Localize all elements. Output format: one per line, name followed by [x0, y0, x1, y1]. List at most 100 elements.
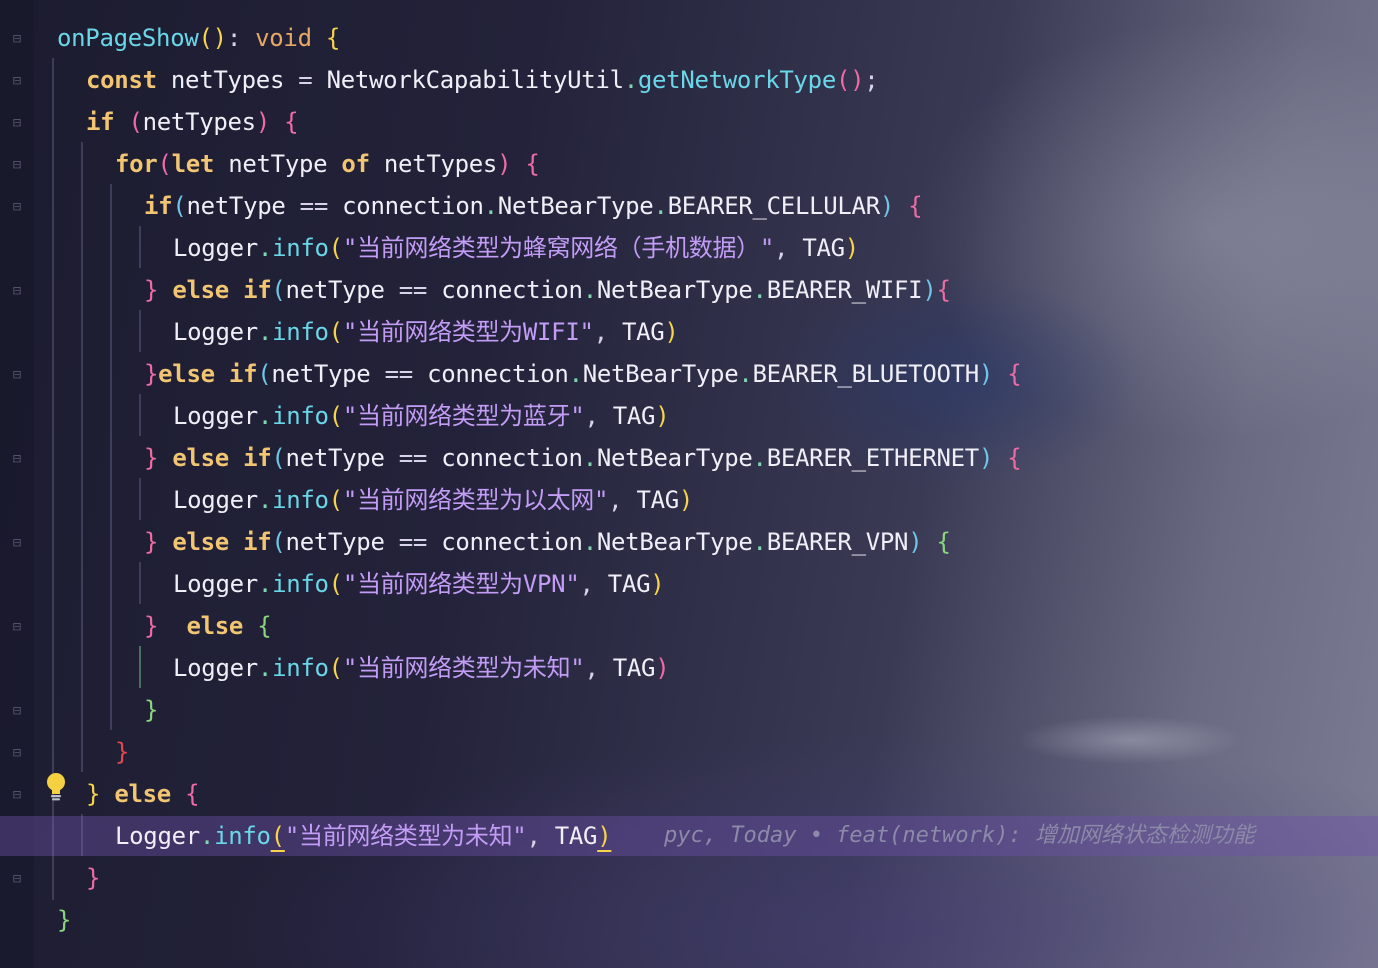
fold-marker-icon[interactable]: ⊟ [9, 30, 25, 48]
bracket: ) [978, 360, 994, 388]
operator: == [384, 360, 414, 388]
comma: , [774, 234, 789, 262]
code-line[interactable]: Logger.info("当前网络类型为WIFI", TAG) [173, 311, 679, 353]
method-name: info [272, 318, 329, 346]
code-line[interactable]: onPageShow(): void { [57, 17, 340, 59]
code-line[interactable]: } else if(netType == connection.NetBearT… [144, 521, 951, 563]
code-line[interactable]: for(let netType of netTypes) { [115, 143, 540, 185]
identifier: netType [186, 192, 286, 220]
git-blame-annotation[interactable]: pyc, Today • feat(network): 增加网络状态检测功能 [664, 816, 1255, 856]
bracket: ) [650, 570, 665, 598]
code-line[interactable]: Logger.info("当前网络类型为蓝牙", TAG) [173, 395, 670, 437]
operator: == [398, 276, 428, 304]
method-name: info [214, 822, 271, 850]
fold-marker-icon[interactable]: ⊟ [9, 870, 25, 888]
keyword: else [172, 444, 229, 472]
code-line[interactable]: } else if(netType == connection.NetBearT… [144, 437, 1022, 479]
dot: . [257, 234, 273, 262]
indent-guide [139, 562, 141, 604]
identifier: connection [427, 360, 569, 388]
fold-marker-icon[interactable]: ⊟ [9, 618, 25, 636]
identifier: Logger [173, 234, 258, 262]
identifier: Logger [115, 822, 200, 850]
dot: . [752, 444, 767, 472]
comma: , [608, 486, 623, 514]
string-literal: "当前网络类型为以太网" [342, 486, 609, 514]
code-line[interactable]: } [86, 857, 100, 899]
comma: , [584, 654, 599, 682]
bracket: } [144, 528, 159, 556]
bracket: ( [328, 486, 343, 514]
indent-guide [139, 394, 141, 436]
bracket: ( [271, 276, 286, 304]
code-line[interactable]: if(netType == connection.NetBearType.BEA… [144, 185, 923, 227]
fold-marker-icon[interactable]: ⊟ [9, 744, 25, 762]
fold-marker-icon[interactable]: ⊟ [9, 156, 25, 174]
bracket: { [257, 612, 272, 640]
code-line-current[interactable]: Logger.info("当前网络类型为未知", TAG) [115, 815, 612, 857]
string-literal: "当前网络类型为WIFI" [342, 318, 594, 346]
identifier: TAG [554, 822, 598, 850]
method-name: info [272, 654, 329, 682]
bracket: ( [328, 318, 343, 346]
code-line[interactable]: Logger.info("当前网络类型为以太网", TAG) [173, 479, 693, 521]
fold-marker-icon[interactable]: ⊟ [9, 534, 25, 552]
fold-marker-icon[interactable]: ⊟ [9, 114, 25, 132]
identifier: BEARER_BLUETOOTH [752, 360, 980, 388]
dot: . [199, 822, 215, 850]
identifier: netType [271, 360, 371, 388]
identifier: netType [285, 528, 385, 556]
string-literal: "当前网络类型为蓝牙" [342, 402, 585, 430]
code-line[interactable]: } else { [86, 773, 200, 815]
identifier: NetBearType [582, 360, 739, 388]
fold-marker-icon[interactable]: ⊟ [9, 72, 25, 90]
semicolon: ; [864, 66, 879, 94]
lightbulb-icon[interactable] [44, 772, 70, 802]
fold-marker-icon[interactable]: ⊟ [9, 366, 25, 384]
keyword: if [144, 192, 173, 220]
code-line[interactable]: } else { [144, 605, 272, 647]
code-line[interactable]: } [57, 899, 71, 941]
bracket: { [525, 150, 540, 178]
bracket: () [835, 66, 865, 94]
identifier: TAG [612, 402, 656, 430]
bracket: ( [257, 360, 272, 388]
bracket: ) [497, 150, 512, 178]
code-line[interactable]: Logger.info("当前网络类型为VPN", TAG) [173, 563, 665, 605]
code-line[interactable]: }else if(netType == connection.NetBearTy… [144, 353, 1022, 395]
bracket: ( [328, 234, 343, 262]
fold-marker-icon[interactable]: ⊟ [9, 702, 25, 720]
indent-guide [81, 142, 83, 772]
code-line[interactable]: Logger.info("当前网络类型为未知", TAG) [173, 647, 670, 689]
identifier: netTypes [383, 150, 498, 178]
identifier: netTypes [142, 108, 257, 136]
bracket: ) [597, 822, 612, 850]
fold-marker-icon[interactable]: ⊟ [9, 786, 25, 804]
code-line[interactable]: const netTypes = NetworkCapabilityUtil.g… [86, 59, 879, 101]
identifier: Logger [173, 486, 258, 514]
code-line[interactable]: } [115, 731, 129, 773]
keyword: if [243, 444, 272, 472]
fold-marker-icon[interactable]: ⊟ [9, 450, 25, 468]
comma: , [584, 402, 599, 430]
bracket: ) [922, 276, 937, 304]
bracket: ( [328, 570, 343, 598]
code-line[interactable]: Logger.info("当前网络类型为蜂窝网络（手机数据）", TAG) [173, 227, 859, 269]
code-line[interactable]: if (netTypes) { [86, 101, 299, 143]
string-literal: "当前网络类型为未知" [284, 822, 527, 850]
fold-marker-icon[interactable]: ⊟ [9, 282, 25, 300]
method-name: info [272, 570, 329, 598]
bracket: { [325, 24, 341, 52]
dot: . [752, 276, 767, 304]
bracket: } [86, 864, 101, 892]
code-line[interactable]: } else if(netType == connection.NetBearT… [144, 269, 951, 311]
keyword: else [114, 780, 171, 808]
code-line[interactable]: } [144, 689, 158, 731]
code-editor[interactable]: ⊟ ⊟ ⊟ ⊟ ⊟ ⊟ ⊟ ⊟ ⊟ ⊟ ⊟ ⊟ ⊟ ⊟ onPageShow()… [0, 0, 1378, 968]
fold-marker-icon[interactable]: ⊟ [9, 198, 25, 216]
identifier: BEARER_ETHERNET [766, 444, 980, 472]
identifier: connection [441, 444, 583, 472]
keyword: else [186, 612, 244, 640]
identifier: TAG [612, 654, 656, 682]
bracket: ) [908, 528, 923, 556]
